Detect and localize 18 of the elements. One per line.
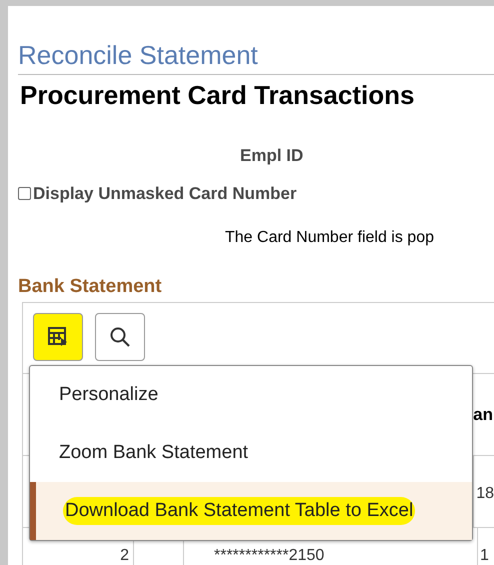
- field-label: Empl ID: [240, 145, 304, 167]
- menu-item[interactable]: Download Bank Statement Table to Excel: [30, 482, 472, 540]
- table-cell-text: ************2150: [214, 546, 324, 565]
- table-cell-text: 18: [476, 484, 494, 504]
- section-heading: Bank Statement: [18, 276, 163, 298]
- table-cell-text: 1: [480, 546, 489, 565]
- grid-action-button[interactable]: [33, 313, 83, 361]
- checkbox-label: Display Unmasked Card Number: [33, 182, 297, 204]
- column-header: an: [473, 404, 494, 426]
- info-text: The Card Number field is pop: [225, 229, 434, 246]
- search-button[interactable]: [95, 313, 145, 361]
- menu-item[interactable]: Zoom Bank Statement: [30, 424, 472, 482]
- menu-item[interactable]: Personalize: [30, 366, 472, 424]
- page-title: Reconcile Statement: [18, 40, 259, 70]
- table-cell-text: 2: [120, 546, 129, 565]
- section-title: Procurement Card Transactions: [20, 79, 416, 111]
- search-icon: [109, 326, 131, 348]
- checkbox[interactable]: [18, 186, 31, 200]
